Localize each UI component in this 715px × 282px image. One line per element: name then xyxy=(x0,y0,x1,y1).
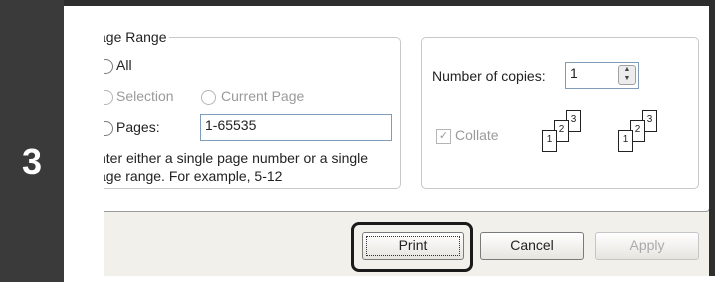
print-button-callout xyxy=(351,222,473,272)
collate-page-1: 1 xyxy=(542,130,557,152)
selection-radio[interactable] xyxy=(104,90,113,105)
step-number: 3 xyxy=(21,141,43,182)
collate-page-1: 1 xyxy=(618,130,633,152)
copies-input[interactable]: 1 ▲ ▼ xyxy=(565,62,639,89)
cancel-button[interactable]: Cancel xyxy=(480,232,584,260)
collate-label[interactable]: Collate xyxy=(455,127,499,143)
page-range-legend: age Range xyxy=(104,29,169,45)
selection-label[interactable]: Selection xyxy=(116,88,174,104)
pages-label[interactable]: Pages: xyxy=(116,119,160,135)
page-range-hint-line-2: age range. For example, 5-12 xyxy=(104,168,283,184)
apply-button[interactable]: Apply xyxy=(595,232,699,260)
cancel-button-label: Cancel xyxy=(510,237,554,253)
step-bar: 3 xyxy=(0,0,64,282)
pages-radio[interactable] xyxy=(104,121,113,136)
copies-group: Number of copies: 1 ▲ ▼ ✓ Collate 3 2 1 … xyxy=(421,37,699,189)
number-of-copies-label: Number of copies: xyxy=(432,68,546,84)
copies-input-value: 1 xyxy=(570,65,578,81)
print-options-panel: age Range All Selection Current Page Pag… xyxy=(104,6,710,212)
pages-input[interactable]: 1-65535 xyxy=(200,114,392,141)
page-range-group: age Range All Selection Current Page Pag… xyxy=(104,29,401,189)
spin-down-icon[interactable]: ▼ xyxy=(619,74,635,83)
current-page-radio[interactable] xyxy=(201,90,216,105)
collate-illustration: 3 2 1 3 2 1 xyxy=(532,110,692,180)
screenshot-right-edge xyxy=(709,6,715,276)
spin-up-icon[interactable]: ▲ xyxy=(619,65,635,74)
current-page-label[interactable]: Current Page xyxy=(221,88,304,104)
copies-spin-button[interactable]: ▲ ▼ xyxy=(618,65,636,85)
pages-input-value: 1-65535 xyxy=(205,117,257,133)
page-range-hint-line-1: nter either a single page number or a si… xyxy=(104,150,369,166)
all-radio[interactable] xyxy=(104,59,113,74)
all-label[interactable]: All xyxy=(116,57,132,73)
collate-checkbox[interactable]: ✓ xyxy=(436,129,451,144)
apply-button-label: Apply xyxy=(629,237,665,253)
